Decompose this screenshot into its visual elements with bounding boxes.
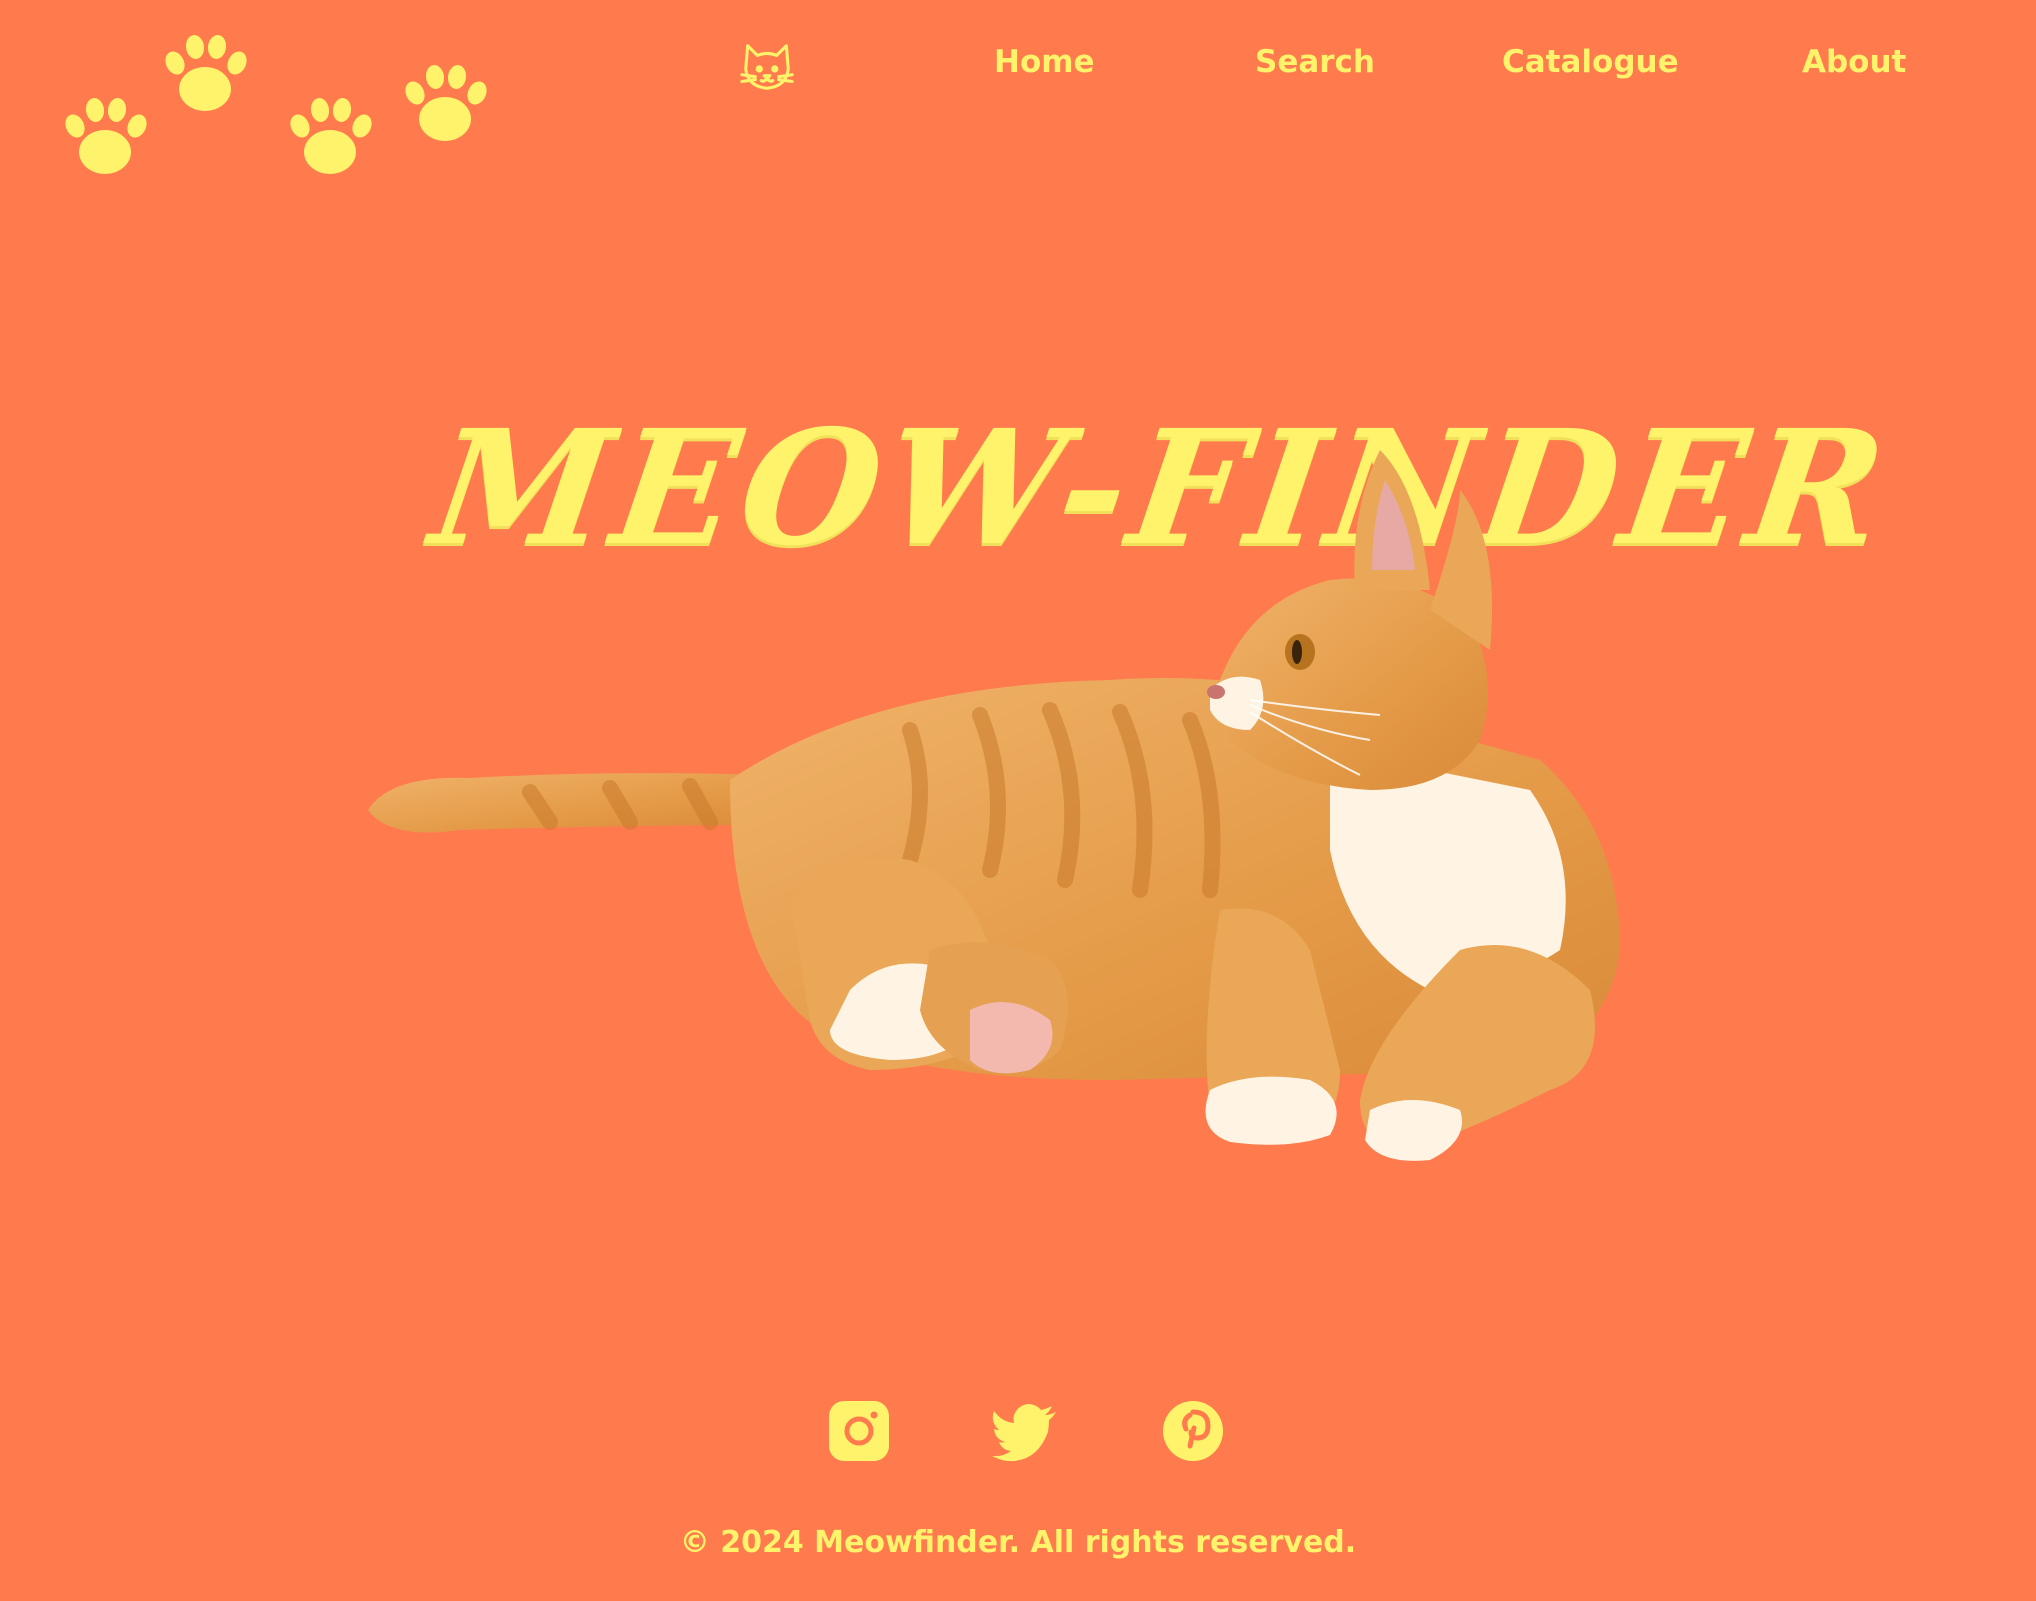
footer-copyright: © 2024 Meowfinder. All rights reserved. [679, 1525, 1357, 1560]
social-links [826, 1398, 1236, 1468]
paw-print-icon [65, 98, 147, 174]
hero-cat-image [368, 450, 1620, 1161]
twitter-icon[interactable] [992, 1398, 1058, 1464]
pinterest-icon[interactable] [1160, 1398, 1226, 1464]
cat-face-icon[interactable] [738, 38, 796, 96]
nav-home[interactable]: Home [994, 44, 1095, 80]
nav-about[interactable]: About [1802, 44, 1906, 80]
paw-prints-logo [55, 20, 515, 190]
nav-catalogue[interactable]: Catalogue [1502, 44, 1679, 80]
paw-print-icon [290, 98, 372, 174]
paw-print-icon [165, 35, 247, 111]
nav-search[interactable]: Search [1255, 44, 1375, 80]
instagram-icon[interactable] [826, 1398, 892, 1464]
paw-print-icon [405, 65, 487, 141]
